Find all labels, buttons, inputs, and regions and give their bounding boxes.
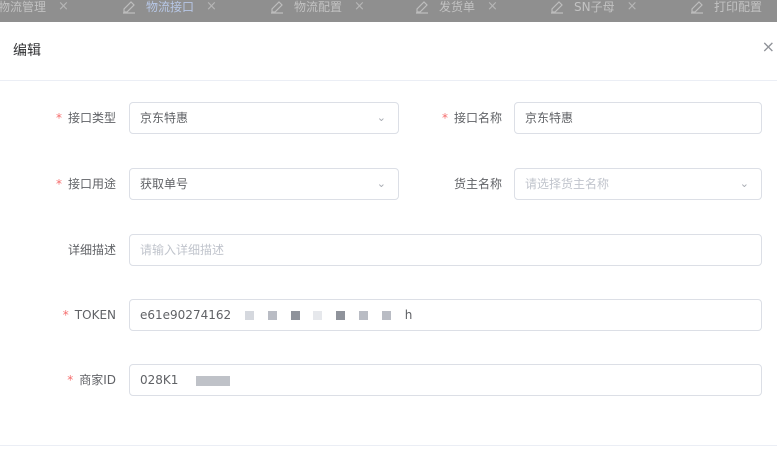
edit-dialog: 编辑 × * 接口类型 京东特惠 ⌄ * 接口名称 京东特惠 * 接口用途 获取单号 … bbox=[0, 22, 777, 460]
tab-close-icon[interactable]: × bbox=[627, 0, 638, 14]
interface-name-label: * 接口名称 bbox=[418, 102, 502, 134]
redaction-block bbox=[359, 311, 369, 320]
tab-shipping-order[interactable]: 发货单 × bbox=[415, 0, 498, 22]
redaction-block bbox=[244, 311, 254, 320]
owner-name-label: 货主名称 bbox=[418, 168, 502, 200]
chevron-down-icon: ⌄ bbox=[739, 177, 749, 190]
close-icon[interactable]: × bbox=[762, 37, 775, 56]
select-placeholder: 请选择货主名称 bbox=[525, 177, 610, 191]
interface-type-label: * 接口类型 bbox=[30, 102, 116, 134]
token-input[interactable]: e61e90274162 h bbox=[129, 299, 762, 331]
tab-bar: 物流管理 × 物流接口 × 物流配置 × 发货单 × SN子母 × 打印配置 bbox=[0, 0, 777, 22]
input-value: 028K1 bbox=[140, 373, 179, 387]
input-value-end: h bbox=[404, 308, 413, 322]
tab-label: 打印配置 bbox=[714, 0, 763, 14]
description-input[interactable]: 请输入详细描述 bbox=[129, 234, 762, 266]
redaction-block bbox=[381, 311, 391, 320]
interface-use-select[interactable]: 获取单号 ⌄ bbox=[129, 168, 399, 200]
tab-close-icon[interactable]: × bbox=[354, 0, 365, 14]
tab-logistics-interface[interactable]: 物流接口 × bbox=[122, 0, 217, 22]
token-label: * TOKEN bbox=[30, 299, 116, 331]
tab-label: SN子母 bbox=[574, 0, 615, 14]
tab-logistics-config[interactable]: 物流配置 × bbox=[270, 0, 365, 22]
tab-close-icon[interactable]: × bbox=[206, 0, 217, 14]
redaction-block bbox=[290, 311, 300, 320]
tab-label: 物流接口 bbox=[146, 0, 195, 14]
chevron-down-icon: ⌄ bbox=[376, 111, 386, 124]
divider bbox=[0, 445, 777, 446]
required-mark: * bbox=[67, 373, 74, 387]
interface-type-select[interactable]: 京东特惠 ⌄ bbox=[129, 102, 399, 134]
label-text: 详细描述 bbox=[67, 243, 116, 257]
redaction-block bbox=[267, 311, 277, 320]
tab-print-config[interactable]: 打印配置 bbox=[690, 0, 762, 22]
tab-sn-parent-child[interactable]: SN子母 × bbox=[550, 0, 638, 22]
merchant-id-label: * 商家ID bbox=[30, 364, 116, 396]
label-text: 接口类型 bbox=[67, 111, 116, 125]
required-mark: * bbox=[55, 177, 62, 191]
tab-close-icon[interactable]: × bbox=[487, 0, 498, 14]
owner-name-select[interactable]: 请选择货主名称 ⌄ bbox=[514, 168, 762, 200]
input-placeholder: 请输入详细描述 bbox=[140, 243, 225, 257]
label-text: TOKEN bbox=[74, 308, 116, 322]
label-text: 接口名称 bbox=[453, 111, 502, 125]
edit-icon bbox=[551, 1, 563, 14]
tab-logistics-management[interactable]: 物流管理 × bbox=[0, 0, 69, 22]
label-text: 接口用途 bbox=[67, 177, 116, 191]
edit-icon bbox=[271, 1, 283, 14]
required-mark: * bbox=[55, 111, 62, 125]
chevron-down-icon: ⌄ bbox=[376, 177, 386, 190]
label-text: 商家ID bbox=[79, 373, 116, 387]
redaction-block bbox=[196, 375, 231, 386]
edit-icon bbox=[691, 1, 703, 14]
select-value: 获取单号 bbox=[140, 177, 189, 191]
input-value: 京东特惠 bbox=[525, 111, 574, 125]
interface-name-input[interactable]: 京东特惠 bbox=[514, 102, 762, 134]
edit-icon bbox=[123, 1, 135, 14]
description-label: 详细描述 bbox=[30, 234, 116, 266]
tab-label: 物流配置 bbox=[294, 0, 343, 14]
select-value: 京东特惠 bbox=[140, 111, 189, 125]
required-mark: * bbox=[441, 111, 448, 125]
redaction-block bbox=[336, 311, 346, 320]
dialog-title: 编辑 bbox=[13, 43, 41, 59]
input-value: e61e90274162 bbox=[140, 308, 232, 322]
edit-icon bbox=[416, 1, 428, 14]
divider bbox=[0, 80, 777, 81]
tab-close-icon[interactable]: × bbox=[58, 0, 69, 14]
required-mark: * bbox=[62, 308, 69, 322]
tab-label: 发货单 bbox=[439, 0, 476, 14]
merchant-id-input[interactable]: 028K1 bbox=[129, 364, 762, 396]
tab-label: 物流管理 bbox=[0, 0, 47, 14]
interface-use-label: * 接口用途 bbox=[30, 168, 116, 200]
redaction-block bbox=[313, 311, 323, 320]
label-text: 货主名称 bbox=[453, 177, 502, 191]
